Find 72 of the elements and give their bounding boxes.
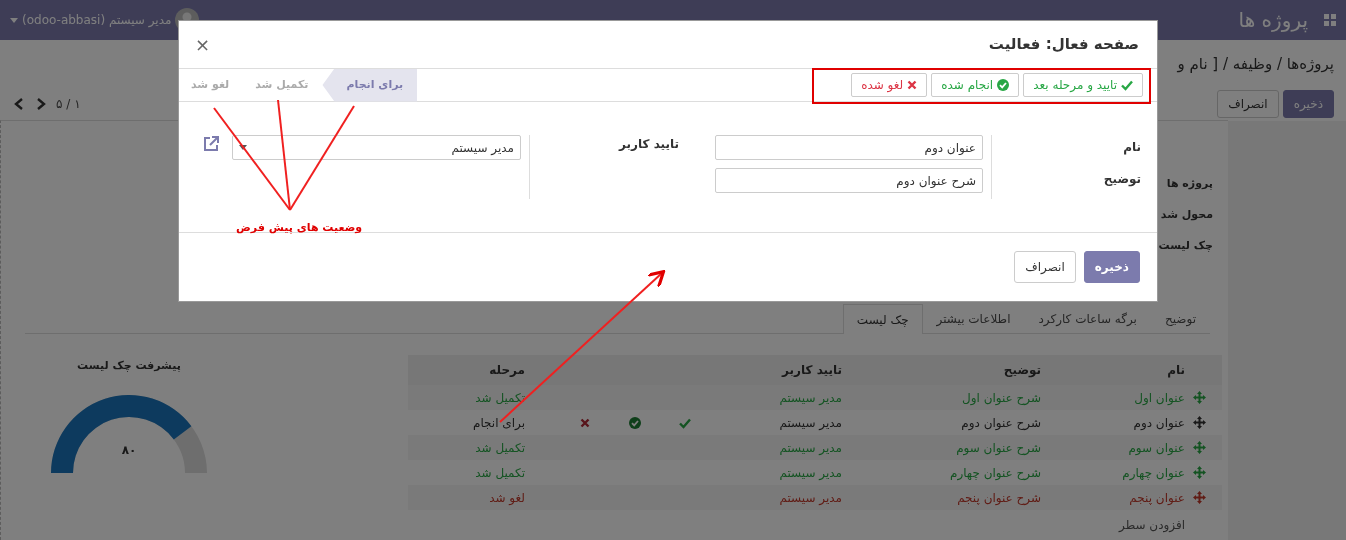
status-stage[interactable]: تکمیل شد [243,68,323,102]
move-icon[interactable] [1193,391,1206,404]
column-header: مرحله [408,355,560,385]
external-link-icon[interactable] [202,135,220,153]
save-button[interactable]: ذخیره [1282,90,1334,118]
table-cell: شرح عنوان سوم [956,440,1041,455]
table-cell-text: عنوان دوم [1133,414,1185,432]
caret-icon [10,17,18,23]
tab[interactable]: اطلاعات بیشتر [922,304,1025,333]
table-cell-text: عنوان اول [1134,389,1185,407]
table-cell: لغو شد [489,490,525,505]
check-circle-icon[interactable] [629,417,641,429]
move-icon[interactable] [1193,416,1206,429]
table-cell: تکمیل شد [475,440,525,455]
action-button[interactable]: لغو شده [851,73,928,97]
table-cell: برای انجام [473,415,525,430]
action-button[interactable]: تایید و مرحله بعد [1023,73,1143,97]
user-select-field[interactable]: مدیر سیستم [232,135,521,160]
move-icon[interactable] [1193,466,1206,479]
tab[interactable]: توضیح [1150,304,1210,333]
table-cell-text: عنوان چهارم [1122,464,1185,482]
close-icon [907,80,918,90]
field-label: نام [1122,139,1141,157]
column-header: نام [1050,355,1222,385]
table-cell: مدیر سیستم [779,465,842,480]
table-cell-text: عنوان سوم [1128,439,1185,457]
move-icon[interactable] [1193,441,1206,454]
check-circle-icon [997,79,1010,91]
field-label: تایید کاربر [619,137,679,151]
pager-text: ۱ / ۵ [56,96,81,113]
save-button[interactable]: ذخیره [1083,251,1140,283]
breadcrumb: پروژه‌ها / وظیفه / [ نام و [1177,53,1334,75]
discard-button[interactable]: انصراف [1014,251,1076,283]
apps-menu-icon[interactable] [1324,14,1336,26]
table-cell: شرح عنوان دوم [961,415,1041,430]
table-cell: مدیر سیستم [779,390,842,405]
dialog-title: صفحه فعال: فعالیت [988,34,1139,56]
field-label: محول شد [1160,207,1213,223]
table-cell: مدیر سیستم [779,490,842,505]
field-label: توضیح [1102,171,1141,189]
field-label: پروژه ها [1166,176,1213,192]
field-label: چک لیست [1158,238,1213,254]
status-stage[interactable]: برای انجام [322,68,418,102]
text-field[interactable]: شرح عنوان دوم [715,168,983,193]
gauge-value: ۸۰ [121,441,137,459]
table-cell: تکمیل شد [475,465,525,480]
move-icon[interactable] [1193,491,1206,504]
app-title: پروژه ها [1238,7,1308,35]
add-line-link[interactable]: افزودن سطر [1119,518,1185,532]
status-stage[interactable]: لغو شد [179,68,244,102]
tab[interactable]: برگه ساعات کارکرد [1024,304,1151,333]
check-icon[interactable] [679,417,691,429]
table-cell: شرح عنوان پنجم [957,490,1041,505]
gauge-title: پیشرفت چک لیست [77,358,181,374]
table-cell: تکمیل شد [475,390,525,405]
annotation-label: وضعیت های پیش فرض [236,220,363,236]
discard-button[interactable]: انصراف [1217,90,1279,118]
close-button[interactable]: × [195,35,211,54]
tab[interactable]: چک لیست [842,304,923,334]
close-icon[interactable] [580,418,590,428]
column-header: تایید کاربر [710,355,848,385]
table-cell-text: عنوان پنجم [1129,489,1185,507]
table-cell: مدیر سیستم [779,415,842,430]
table-cell: مدیر سیستم [779,440,842,455]
check-icon [1121,79,1133,91]
caret-icon [239,145,247,150]
text-field[interactable]: عنوان دوم [715,135,983,160]
table-cell: شرح عنوان اول [961,390,1041,405]
table-cell: شرح عنوان چهارم [950,465,1041,480]
action-button[interactable]: انجام شده [931,73,1020,97]
user-menu[interactable]: مدیر سیستم (odoo-abbasi) [22,11,172,29]
column-header: توضیح [848,355,1050,385]
